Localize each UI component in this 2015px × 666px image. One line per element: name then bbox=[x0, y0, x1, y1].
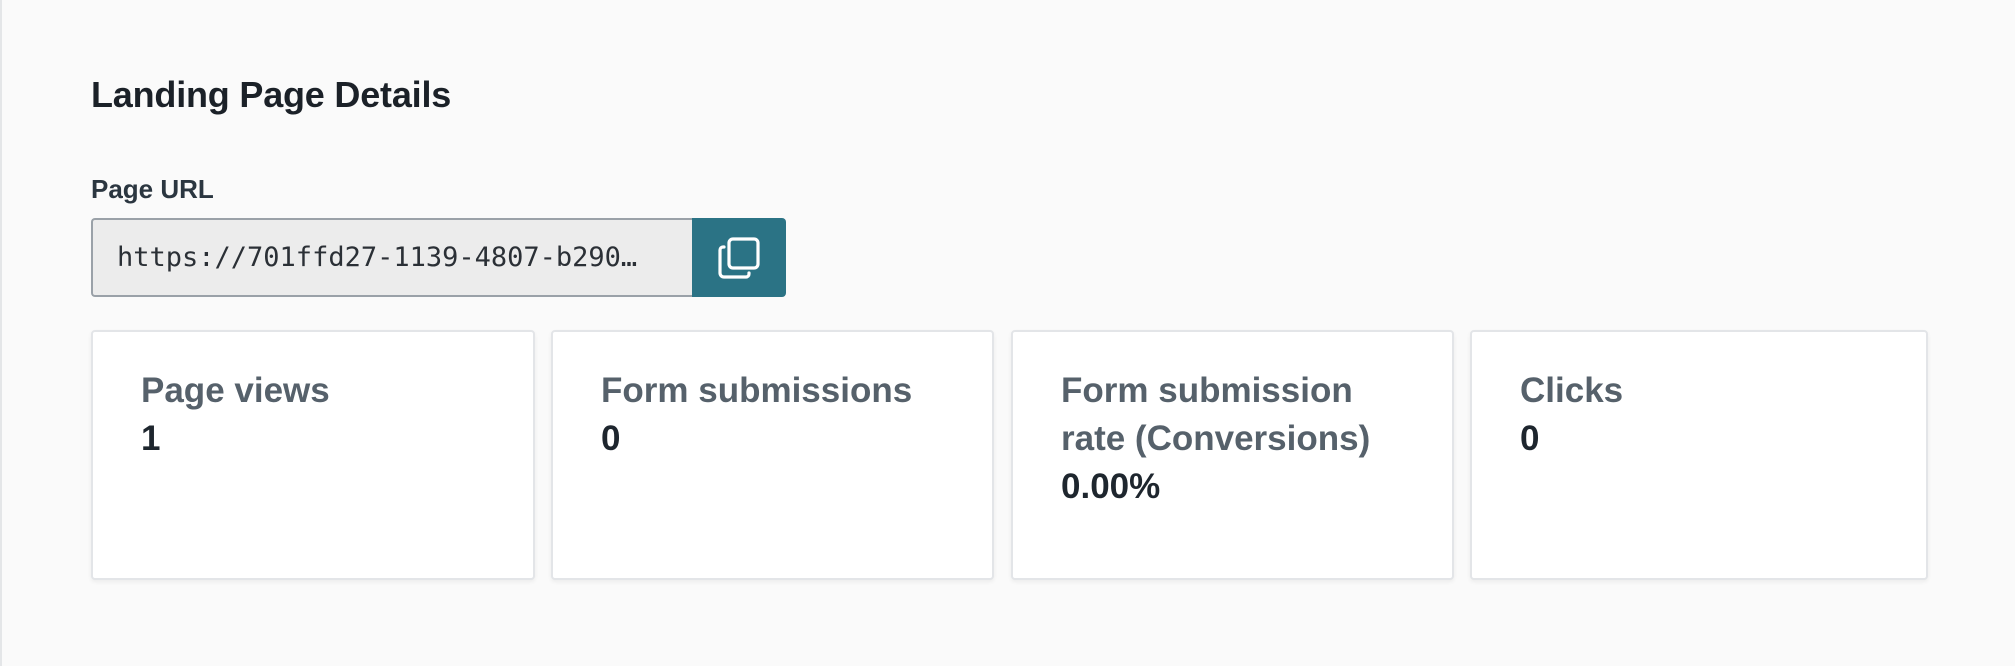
page-url-group bbox=[91, 218, 786, 297]
stat-value: 0 bbox=[601, 419, 621, 458]
section-title: Landing Page Details bbox=[91, 74, 452, 115]
stat-card-page-views: Page views 1 bbox=[91, 330, 535, 580]
stat-card-form-submission-rate: Form submission rate (Conversions) 0.00% bbox=[1011, 330, 1454, 580]
stat-card-form-submissions: Form submissions 0 bbox=[551, 330, 994, 580]
stat-label: Page views bbox=[141, 371, 330, 410]
stat-value: 0.00% bbox=[1061, 467, 1161, 506]
page-url-label: Page URL bbox=[91, 174, 214, 204]
stat-value: 1 bbox=[141, 419, 161, 458]
stat-label: Form submissions bbox=[601, 371, 913, 410]
page-url-input[interactable] bbox=[91, 218, 692, 297]
stat-label: Clicks bbox=[1520, 371, 1624, 410]
copy-url-button[interactable] bbox=[692, 218, 786, 297]
stat-value: 0 bbox=[1520, 419, 1540, 458]
landing-page-details-panel: Landing Page Details Page URL Page views… bbox=[0, 0, 2015, 666]
stat-card-clicks: Clicks 0 bbox=[1470, 330, 1928, 580]
copy-icon bbox=[716, 235, 762, 281]
stat-label: Form submission rate (Conversions) bbox=[1061, 371, 1371, 458]
